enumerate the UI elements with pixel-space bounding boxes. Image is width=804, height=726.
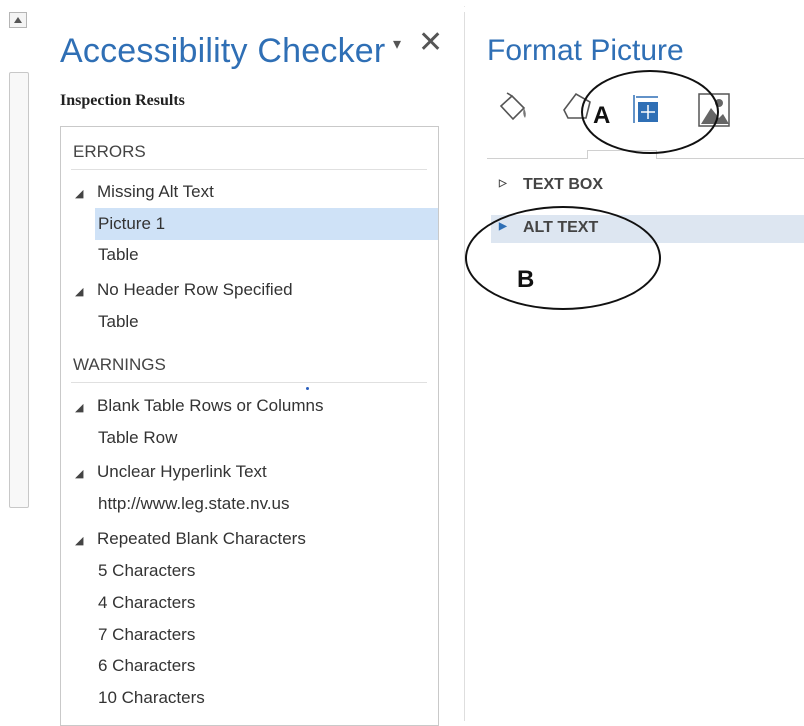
scroll-up-arrow-icon	[14, 17, 22, 23]
list-item[interactable]: 6 Characters	[98, 656, 195, 676]
list-category[interactable]: ◢ No Header Row Specified	[75, 280, 293, 300]
list-item[interactable]: Table	[98, 245, 139, 265]
collapse-triangle-icon[interactable]: ◢	[75, 401, 97, 414]
list-item[interactable]: 5 Characters	[98, 561, 195, 581]
callout-b-label: B	[517, 266, 535, 293]
fill-line-icon[interactable]	[495, 92, 529, 124]
collapse-triangle-icon[interactable]: ◢	[75, 467, 97, 480]
inspection-results-list[interactable]: ERRORS ◢ Missing Alt Text Picture 1 Table…	[60, 126, 439, 726]
accessibility-checker-pane: Accessibility Checker ▾ ✕ Inspection Res…	[44, 0, 464, 726]
list-item-selected[interactable]: Picture 1	[98, 214, 165, 234]
warnings-header: WARNINGS	[73, 355, 166, 374]
list-item[interactable]: 7 Characters	[98, 625, 195, 645]
errors-header: ERRORS	[73, 142, 146, 161]
pane-title: Format Picture	[487, 34, 684, 67]
collapse-triangle-icon[interactable]: ◢	[75, 285, 97, 298]
list-item[interactable]: http://www.leg.state.nv.us	[98, 494, 290, 514]
inspection-results-label: Inspection Results	[60, 92, 185, 109]
list-category[interactable]: ◢ Blank Table Rows or Columns	[75, 396, 323, 416]
list-category[interactable]: ◢ Unclear Hyperlink Text	[75, 462, 267, 482]
scroll-thumb[interactable]	[9, 72, 29, 508]
pane-title: Accessibility Checker	[60, 32, 386, 70]
close-icon[interactable]: ✕	[418, 28, 443, 58]
format-picture-pane: Format Picture ▷ TEXT BOX ▶ ALT TEXT A B	[465, 0, 804, 721]
collapse-triangle-icon[interactable]: ◢	[75, 187, 97, 200]
document-scrollbar[interactable]	[0, 0, 44, 721]
list-item[interactable]: Table	[98, 312, 139, 332]
expand-triangle-icon: ▷	[499, 178, 507, 189]
text-box-section[interactable]: ▷ TEXT BOX	[491, 172, 804, 200]
callout-b-circle	[465, 206, 661, 310]
scroll-up-button[interactable]	[9, 12, 27, 28]
list-item[interactable]: Table Row	[98, 428, 177, 448]
list-category[interactable]: ◢ Missing Alt Text	[75, 182, 214, 202]
list-item[interactable]: 10 Characters	[98, 688, 205, 708]
section-separator	[71, 169, 427, 170]
callout-a-label: A	[593, 102, 611, 129]
pane-options-icon[interactable]: ▾	[393, 34, 401, 54]
section-separator	[71, 382, 427, 383]
list-category[interactable]: ◢ Repeated Blank Characters	[75, 529, 306, 549]
list-item[interactable]: 4 Characters	[98, 593, 195, 613]
text-cursor-dot	[306, 387, 309, 390]
collapse-triangle-icon[interactable]: ◢	[75, 534, 97, 547]
